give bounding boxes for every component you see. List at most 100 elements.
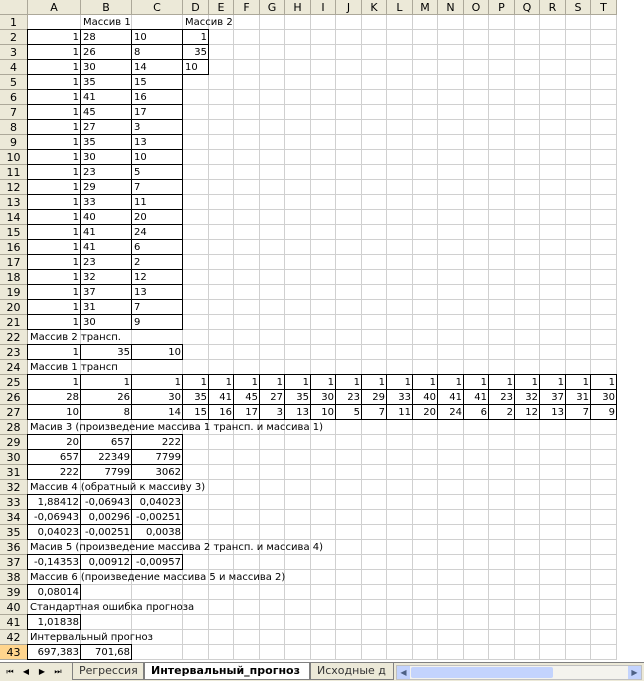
cell-c31[interactable]: 3062 xyxy=(132,465,183,480)
row-header[interactable]: 2 xyxy=(0,30,28,45)
cell-a7[interactable]: 1 xyxy=(28,105,81,120)
row-header[interactable]: 15 xyxy=(0,225,28,240)
cell-q26[interactable]: 32 xyxy=(515,390,540,405)
column-header-j[interactable]: J xyxy=(336,0,362,15)
row-header[interactable]: 3 xyxy=(0,45,28,60)
cell-b43[interactable]: 701,68 xyxy=(81,645,132,660)
cell-a34[interactable]: -0,06943 xyxy=(28,510,81,525)
cell-p27[interactable]: 2 xyxy=(489,405,515,420)
cell-a8[interactable]: 1 xyxy=(28,120,81,135)
cell-c8[interactable]: 3 xyxy=(132,120,142,135)
column-header-t[interactable]: T xyxy=(591,0,617,15)
cell-l27[interactable]: 11 xyxy=(387,405,413,420)
cell-e25[interactable]: 1 xyxy=(209,375,234,390)
column-header-s[interactable]: S xyxy=(566,0,591,15)
column-header-i[interactable]: I xyxy=(311,0,336,15)
cell-a14[interactable]: 1 xyxy=(28,210,81,225)
cell-a29[interactable]: 20 xyxy=(28,435,81,450)
cell-c19[interactable]: 13 xyxy=(132,285,149,300)
column-header-o[interactable]: O xyxy=(464,0,489,15)
cell-a33[interactable]: 1,88412 xyxy=(28,495,81,510)
row-header[interactable]: 34 xyxy=(0,510,28,525)
cell-s27[interactable]: 7 xyxy=(566,405,591,420)
select-all-corner[interactable] xyxy=(0,0,28,15)
cell-i27[interactable]: 10 xyxy=(311,405,336,420)
column-header-q[interactable]: Q xyxy=(515,0,540,15)
cell-b9[interactable]: 35 xyxy=(81,135,98,150)
cell-q27[interactable]: 12 xyxy=(515,405,540,420)
cell-b8[interactable]: 27 xyxy=(81,120,98,135)
row-header[interactable]: 28 xyxy=(0,420,28,435)
cell-q25[interactable]: 1 xyxy=(515,375,540,390)
cell-b29[interactable]: 657 xyxy=(81,435,132,450)
cell-c30[interactable]: 7799 xyxy=(132,450,183,465)
row-header[interactable]: 22 xyxy=(0,330,28,345)
cell-c27[interactable]: 14 xyxy=(132,405,183,420)
cell-c21[interactable]: 9 xyxy=(132,315,142,330)
cell-b34[interactable]: 0,00296 xyxy=(81,510,132,525)
cell-c29[interactable]: 222 xyxy=(132,435,183,450)
cell-d3[interactable]: 35 xyxy=(183,45,209,60)
cell-b10[interactable]: 30 xyxy=(81,150,98,165)
cell-r25[interactable]: 1 xyxy=(540,375,566,390)
cell-l25[interactable]: 1 xyxy=(387,375,413,390)
cell-b25[interactable]: 1 xyxy=(81,375,132,390)
row-header[interactable]: 6 xyxy=(0,90,28,105)
cell-a5[interactable]: 1 xyxy=(28,75,81,90)
cell-g27[interactable]: 3 xyxy=(260,405,285,420)
cell-b18[interactable]: 32 xyxy=(81,270,98,285)
cell-g26[interactable]: 27 xyxy=(260,390,285,405)
cell-j26[interactable]: 23 xyxy=(336,390,362,405)
cell-c25[interactable]: 1 xyxy=(132,375,183,390)
cell-o26[interactable]: 41 xyxy=(464,390,489,405)
cell-b4[interactable]: 30 xyxy=(81,60,98,75)
cell-a11[interactable]: 1 xyxy=(28,165,81,180)
cell-c34[interactable]: -0,00251 xyxy=(132,510,183,525)
cell-s26[interactable]: 31 xyxy=(566,390,591,405)
tab-source-data[interactable]: Исходные д xyxy=(310,663,394,680)
scroll-right-icon[interactable]: ▶ xyxy=(628,666,641,679)
cell-b30[interactable]: 22349 xyxy=(81,450,132,465)
cell-b5[interactable]: 35 xyxy=(81,75,98,90)
column-header-h[interactable]: H xyxy=(285,0,311,15)
column-header-m[interactable]: M xyxy=(413,0,438,15)
cell-d1[interactable]: Массив 2 xyxy=(183,15,235,30)
cell-c20[interactable]: 7 xyxy=(132,300,142,315)
cell-a4[interactable]: 1 xyxy=(28,60,81,75)
cell-c6[interactable]: 16 xyxy=(132,90,149,105)
cell-a40[interactable]: Стандартная ошибка прогноза xyxy=(28,600,196,615)
cell-c3[interactable]: 8 xyxy=(132,45,142,60)
cell-c23[interactable]: 10 xyxy=(132,345,183,360)
cell-d27[interactable]: 15 xyxy=(183,405,209,420)
cell-a39[interactable]: 0,08014 xyxy=(28,585,81,600)
row-header[interactable]: 10 xyxy=(0,150,28,165)
cell-b2[interactable]: 28 xyxy=(81,30,98,45)
cell-h25[interactable]: 1 xyxy=(285,375,311,390)
cell-d26[interactable]: 35 xyxy=(183,390,209,405)
row-header[interactable]: 1 xyxy=(0,15,28,30)
cell-b27[interactable]: 8 xyxy=(81,405,132,420)
row-header[interactable]: 26 xyxy=(0,390,28,405)
cell-p25[interactable]: 1 xyxy=(489,375,515,390)
row-header[interactable]: 40 xyxy=(0,600,28,615)
next-sheet-button[interactable]: ▶ xyxy=(36,666,48,678)
row-header[interactable]: 25 xyxy=(0,375,28,390)
column-header-e[interactable]: E xyxy=(209,0,234,15)
cell-a13[interactable]: 1 xyxy=(28,195,81,210)
cell-b19[interactable]: 37 xyxy=(81,285,98,300)
cell-b26[interactable]: 26 xyxy=(81,390,132,405)
row-header[interactable]: 12 xyxy=(0,180,28,195)
row-header[interactable]: 30 xyxy=(0,450,28,465)
cell-a9[interactable]: 1 xyxy=(28,135,81,150)
tab-regression[interactable]: Регрессия xyxy=(72,663,144,680)
row-header[interactable]: 35 xyxy=(0,525,28,540)
cell-o27[interactable]: 6 xyxy=(464,405,489,420)
cell-c5[interactable]: 15 xyxy=(132,75,149,90)
previous-sheet-button[interactable]: ◀ xyxy=(20,666,32,678)
cell-t25[interactable]: 1 xyxy=(591,375,617,390)
cell-a20[interactable]: 1 xyxy=(28,300,81,315)
cell-f25[interactable]: 1 xyxy=(234,375,260,390)
cell-t26[interactable]: 30 xyxy=(591,390,617,405)
cell-b1[interactable]: Массив 1 xyxy=(81,15,133,30)
cell-i26[interactable]: 30 xyxy=(311,390,336,405)
